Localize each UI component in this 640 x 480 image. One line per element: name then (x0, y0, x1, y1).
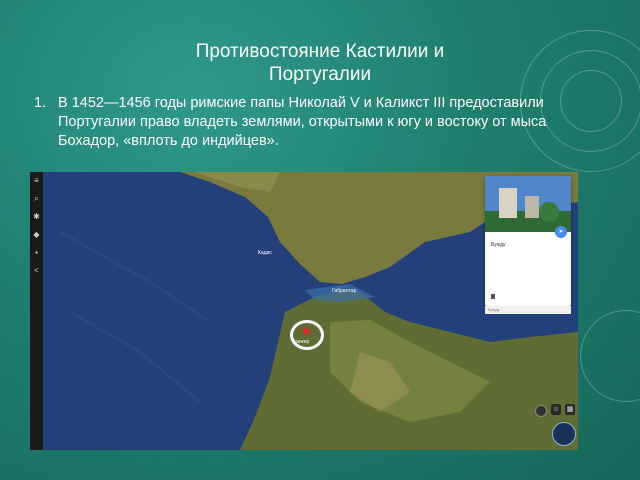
map-side-toolbar: ≡ ⌕ ✱ ◆ ▪ < (30, 172, 43, 450)
share-icon[interactable]: < (32, 266, 41, 275)
place-photo (485, 176, 571, 232)
projects-icon[interactable]: ▪ (32, 248, 41, 257)
map-screenshot[interactable]: ≡ ⌕ ✱ ◆ ▪ < Гибралтар Танжер Кадис ➤ Буж… (30, 172, 578, 450)
decor-circle-right (580, 310, 640, 402)
globe-icon[interactable] (552, 422, 576, 446)
directions-icon[interactable]: ➤ (555, 226, 567, 238)
location-pin-icon[interactable] (303, 328, 310, 335)
feeling-lucky-icon[interactable]: ◆ (32, 230, 41, 239)
menu-icon[interactable]: ≡ (32, 176, 41, 185)
highlight-circle (290, 320, 324, 350)
label-cadiz: Кадис (258, 250, 272, 256)
label-gibraltar: Гибралтар (332, 288, 357, 294)
list-item-text: В 1452—1456 годы римские папы Николай V … (58, 95, 547, 149)
voyager-icon[interactable]: ✱ (32, 212, 41, 221)
place-info-card[interactable]: ➤ Бужду (485, 176, 571, 306)
place-title: Бужду (491, 242, 506, 248)
street-view-icon[interactable]: ☺ (551, 404, 561, 415)
list-item-number: 1. (34, 95, 47, 111)
view-3d-icon[interactable]: ▦ (565, 404, 575, 415)
compass-icon[interactable] (535, 405, 547, 417)
search-icon[interactable]: ⌕ (32, 194, 41, 203)
slide-title: Противостояние Кастилии и Португалии (195, 41, 445, 85)
bookmark-icon[interactable] (491, 294, 495, 299)
place-subtitle-bar: Бужду (485, 306, 571, 314)
